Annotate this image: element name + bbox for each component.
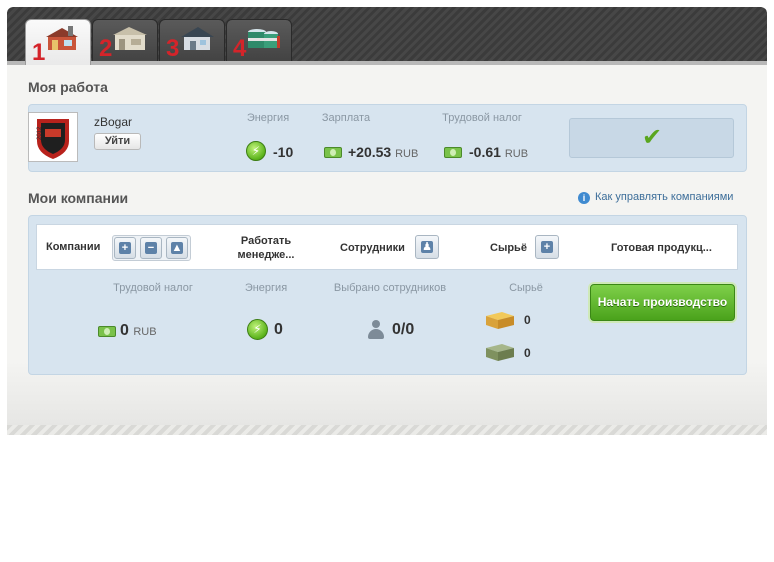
people-icon: ♟: [421, 241, 433, 253]
summary-tax-label: Трудовой налог: [113, 282, 193, 294]
tab-factory[interactable]: 1: [25, 19, 91, 65]
tab-house[interactable]: 3: [159, 19, 225, 61]
minus-icon: −: [145, 242, 157, 254]
tab-number: 3: [166, 35, 180, 62]
energy-value: -10: [273, 144, 294, 160]
warehouse-icon: [113, 27, 147, 50]
person-icon: [367, 320, 385, 340]
column-managing: Работать менедже...: [237, 235, 295, 261]
svg-text:2012: 2012: [37, 126, 43, 140]
food-crate-icon: [486, 312, 514, 329]
energy-icon: ⚡: [247, 319, 268, 340]
start-production-button[interactable]: Начать производство: [590, 284, 735, 321]
weapon-crate-icon: [486, 344, 514, 361]
upgrade-company-button[interactable]: ▲: [166, 237, 188, 259]
tab-number: 4: [233, 35, 247, 62]
column-employees: Сотрудники: [340, 242, 405, 254]
plus-icon: +: [541, 241, 553, 253]
summary-selected-label: Выбрано сотрудников: [333, 282, 447, 294]
checkmark-icon: ✔: [642, 124, 663, 151]
arrow-up-icon: ▲: [171, 242, 183, 254]
money-icon: [98, 326, 116, 337]
info-icon: i: [578, 192, 590, 204]
column-product: Готовая продукц...: [611, 242, 712, 254]
add-raw-button[interactable]: +: [535, 235, 559, 259]
add-company-button[interactable]: +: [114, 237, 136, 259]
factory-icon: [46, 26, 78, 50]
employer-name[interactable]: zBogar: [94, 115, 132, 129]
plus-icon: +: [119, 242, 131, 254]
my-job-title: Моя работа: [28, 79, 108, 95]
energy-label: Энергия: [246, 112, 290, 124]
summary-energy-value: 0: [274, 321, 283, 338]
column-raw: Сырьё: [490, 242, 527, 254]
employees-button[interactable]: ♟: [415, 235, 439, 259]
shield-logo-icon: 2012: [37, 119, 69, 159]
tax-value: -0.61 RUB: [469, 144, 529, 160]
work-status-box[interactable]: ✔: [569, 118, 734, 158]
employer-logo[interactable]: 2012: [28, 112, 78, 162]
tab-oil[interactable]: 4: [226, 19, 292, 61]
companies-title: Мои компании: [28, 190, 129, 206]
help-link[interactable]: i Как управлять компаниями: [578, 191, 733, 204]
tab-number: 1: [32, 39, 46, 66]
salary-value: +20.53 RUB: [348, 144, 419, 160]
money-icon: [324, 147, 342, 158]
remove-company-button[interactable]: −: [140, 237, 162, 259]
energy-icon: ⚡: [246, 141, 266, 161]
summary-selected-value: 0/0: [392, 321, 415, 338]
summary-energy-label: Энергия: [244, 282, 288, 294]
salary-label: Зарплата: [321, 112, 371, 124]
tax-label: Трудовой налог: [442, 112, 522, 124]
summary-tax-value: 0 RUB: [120, 322, 157, 339]
tab-warehouse[interactable]: 2: [92, 19, 158, 61]
column-companies: Компании: [46, 241, 101, 253]
leave-job-button[interactable]: Уйти: [94, 133, 141, 150]
raw-food-value: 0: [524, 313, 531, 327]
summary-raw-label: Сырьё: [509, 282, 543, 294]
tab-number: 2: [99, 35, 113, 62]
raw-weapon-value: 0: [524, 346, 531, 360]
oil-tanks-icon: [248, 29, 280, 48]
money-icon: [444, 147, 462, 158]
house-icon: [181, 27, 214, 50]
